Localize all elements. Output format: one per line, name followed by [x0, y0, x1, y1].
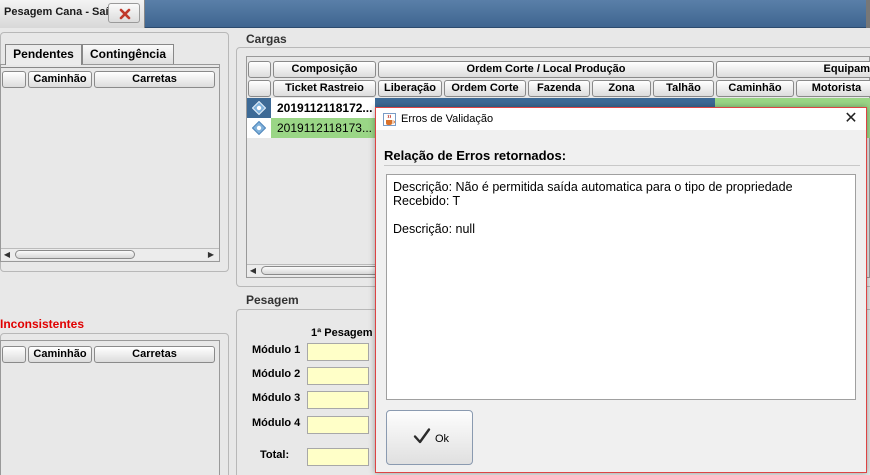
- column-header-ordem-corte[interactable]: Ordem Corte: [444, 80, 526, 97]
- error-line: Recebido: T: [393, 194, 461, 208]
- column-header-carretas[interactable]: Carretas: [94, 71, 215, 88]
- pesagem-title: Pesagem: [246, 293, 299, 307]
- modulo-4-field[interactable]: [307, 416, 369, 434]
- tab-contingencia[interactable]: Contingência: [82, 44, 174, 64]
- inconsistentes-header-carretas[interactable]: Carretas: [94, 346, 215, 363]
- row-ticket-text: 2019112118173...: [277, 121, 372, 135]
- column-header-talhao[interactable]: Talhão: [653, 80, 714, 97]
- inconsistentes-header-blank[interactable]: [2, 346, 26, 363]
- close-icon: [119, 8, 131, 20]
- dialog-title: Erros de Validação: [401, 113, 494, 125]
- document-tab-label: Pesagem Cana - Saída: [4, 6, 122, 18]
- row-indicator: [247, 98, 271, 118]
- error-line: Descrição: null: [393, 222, 475, 236]
- primeira-pesagem-header: 1ª Pesagem: [311, 327, 373, 339]
- top-tab-bar: Pesagem Cana - Saída: [0, 0, 870, 28]
- modulo-4-label: Módulo 4: [252, 417, 301, 429]
- dialog-heading: Relação de Erros retornados:: [384, 148, 567, 163]
- column-header-row-blank[interactable]: [248, 80, 271, 97]
- info-diamond-icon: [252, 101, 266, 115]
- modulo-2-field[interactable]: [307, 367, 369, 385]
- pendentes-hscrollbar[interactable]: ◀ ▶: [1, 248, 219, 260]
- column-header-caminhao[interactable]: Caminhão: [716, 80, 794, 97]
- row-ticket-text: 2019112118172...: [277, 101, 373, 115]
- modulo-1-label: Módulo 1: [252, 344, 301, 356]
- ok-button[interactable]: Ok: [386, 410, 473, 465]
- row-indicator: [247, 118, 271, 138]
- pendentes-list[interactable]: [0, 64, 220, 262]
- column-header-caminhao[interactable]: Caminhão: [28, 71, 92, 88]
- scroll-left-icon[interactable]: ◀: [1, 249, 13, 260]
- dialog-titlebar[interactable]: Erros de Validação ✕: [376, 108, 866, 130]
- inconsistentes-header-caminhao[interactable]: Caminhão: [28, 346, 92, 363]
- column-header-ticket[interactable]: Ticket Rastreio: [273, 80, 376, 97]
- scroll-thumb[interactable]: [15, 250, 135, 259]
- column-header-motorista[interactable]: Motorista: [796, 80, 870, 97]
- column-header-liberacao[interactable]: Liberação: [378, 80, 442, 97]
- column-header-fazenda[interactable]: Fazenda: [528, 80, 590, 97]
- close-tab-button[interactable]: [108, 3, 140, 23]
- validation-errors-dialog: Erros de Validação ✕ Relação de Erros re…: [375, 107, 867, 473]
- java-cup-icon: [383, 113, 396, 126]
- info-diamond-icon: [252, 121, 266, 135]
- list-top-border: [1, 65, 219, 68]
- document-tab[interactable]: Pesagem Cana - Saída: [0, 0, 145, 28]
- topbar-edge: [866, 0, 870, 28]
- total-field[interactable]: [307, 448, 369, 466]
- ok-button-label: Ok: [435, 433, 450, 445]
- error-line: [393, 208, 849, 222]
- scroll-right-icon[interactable]: ▶: [205, 249, 217, 260]
- group-header-ordem-corte[interactable]: Ordem Corte / Local Produção: [378, 61, 714, 78]
- cargas-title: Cargas: [246, 32, 287, 46]
- dialog-separator: [384, 165, 860, 166]
- modulo-2-label: Módulo 2: [252, 368, 301, 380]
- inconsistentes-title: Inconsistentes: [0, 317, 85, 331]
- column-header-zona[interactable]: Zona: [592, 80, 651, 97]
- group-header-equipamento[interactable]: Equipam: [716, 61, 870, 78]
- row-ticket-cell[interactable]: 2019112118172...: [271, 98, 375, 118]
- errors-textarea[interactable]: Descrição: Não é permitida saída automat…: [386, 174, 856, 400]
- column-header-blank[interactable]: [2, 71, 26, 88]
- scroll-left-icon[interactable]: ◀: [247, 265, 259, 276]
- tab-pendentes[interactable]: Pendentes: [5, 44, 82, 65]
- cargas-hscrollbar[interactable]: ◀: [247, 264, 461, 276]
- group-header-composicao[interactable]: Composição: [273, 61, 376, 78]
- modulo-1-field[interactable]: [307, 343, 369, 361]
- modulo-3-field[interactable]: [307, 391, 369, 409]
- group-header-blank[interactable]: [248, 61, 271, 78]
- total-label: Total:: [260, 449, 290, 461]
- modulo-3-label: Módulo 3: [252, 392, 301, 404]
- check-icon: [413, 428, 431, 444]
- close-icon[interactable]: ✕: [838, 110, 864, 128]
- error-line: Descrição: Não é permitida saída automat…: [393, 180, 793, 194]
